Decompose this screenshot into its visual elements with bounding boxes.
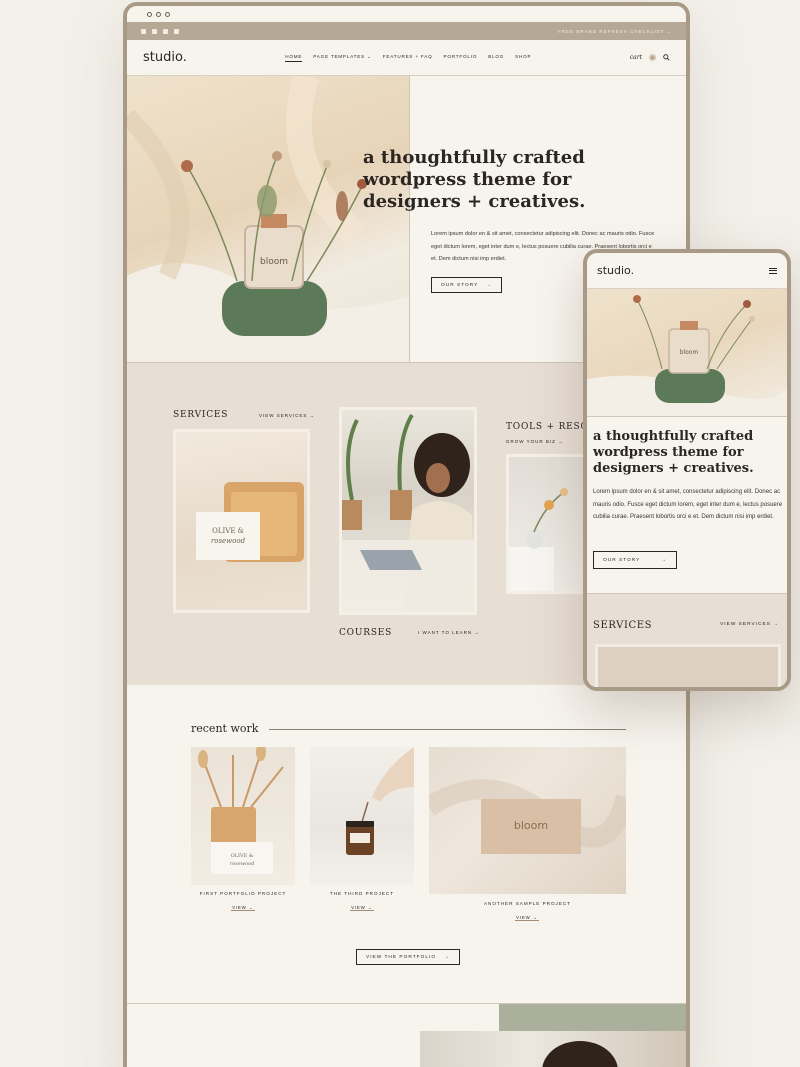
bloom-card-label: bloom (514, 819, 548, 832)
view-services-link[interactable]: VIEW SERVICES → (259, 413, 315, 418)
phone-hero-body: Lorem ipsum dolor en & sit amet, consect… (593, 489, 783, 520)
dried-flowers-illustration: OLIVE & rosewood (198, 747, 284, 874)
project-caption[interactable]: FIRST PORTFOLIO PROJECT (191, 891, 295, 896)
window-dot-icon[interactable] (147, 11, 152, 17)
nav-item-portfolio[interactable]: PORTFOLIO (444, 54, 478, 62)
phone-services-card[interactable] (595, 644, 781, 687)
grow-your-biz-link[interactable]: GROW YOUR BIZ → (506, 439, 564, 444)
nav-item-features-faq[interactable]: FEATURES + FAQ (383, 54, 433, 62)
window-dot-icon[interactable] (156, 11, 161, 17)
phone-our-story-label: OUR STORY (603, 557, 641, 563)
bloom-bottle-label: bloom (680, 349, 699, 356)
nav-actions: cart 0 (630, 54, 670, 61)
recent-work-title: recent work (191, 722, 259, 735)
portfolio-project-image[interactable]: OLIVE & rosewood (191, 747, 295, 885)
arrow-right-icon: → (444, 954, 450, 960)
phone-site-logo[interactable]: studio. (597, 264, 634, 277)
business-card-illustration: bloom (429, 779, 626, 854)
nav-item-page-templates[interactable]: PAGE TEMPLATES ⌄ (313, 54, 372, 62)
courses-title: COURSES (339, 628, 393, 638)
window-dot-icon[interactable] (165, 11, 170, 17)
about-photo (420, 1031, 686, 1067)
project-caption[interactable]: ANOTHER SAMPLE PROJECT (429, 901, 626, 906)
our-story-button[interactable]: OUR STORY → (431, 277, 502, 293)
i-want-to-learn-link[interactable]: I WANT TO LEARN → (418, 630, 480, 635)
project-view-link[interactable]: VIEW → (350, 905, 374, 911)
olive-rosewood-label: OLIVE & (231, 853, 254, 859)
bloom-bottle-label: bloom (260, 257, 288, 267)
facebook-icon[interactable] (141, 28, 146, 34)
arrow-right-icon: → (661, 557, 667, 563)
phone-services-title: SERVICES (593, 620, 653, 631)
hamburger-menu-icon[interactable] (769, 267, 777, 274)
project-view-link[interactable]: VIEW → (515, 915, 539, 921)
pinterest-icon[interactable] (174, 28, 179, 34)
phone-view-services-link[interactable]: VIEW SERVICES → (720, 622, 779, 627)
vase-illustration (509, 488, 568, 591)
perfume-bottle-illustration: bloom (587, 295, 787, 416)
hero-title: a thoughtfully crafted wordpress theme f… (363, 147, 586, 212)
project-caption[interactable]: THE THIRD PROJECT (310, 891, 414, 896)
youtube-icon[interactable] (163, 28, 168, 34)
phone-hero-image: bloom (587, 289, 787, 417)
olive-rosewood-label: OLIVE & (212, 527, 244, 535)
site-logo[interactable]: studio. (143, 50, 187, 65)
hero-image: bloom (127, 76, 410, 362)
phone-hero-title: a thoughtfully crafted wordpress theme f… (593, 429, 754, 476)
perfume-bottle-illustration: bloom (127, 76, 409, 362)
search-icon[interactable] (663, 54, 670, 61)
tools-card-image[interactable] (506, 454, 586, 594)
promo-link[interactable]: FREE BRAND REFRESH CHECKLIST → (558, 29, 672, 34)
candle-illustration: OLIVE & rosewood (196, 482, 304, 562)
arrow-right-icon: → (486, 282, 492, 288)
divider-line (269, 729, 626, 730)
phone-hero-text: a thoughtfully crafted wordpress theme f… (587, 417, 787, 594)
browser-chrome (127, 6, 686, 22)
portfolio-project-image[interactable] (310, 747, 414, 885)
cart-count-badge: 0 (649, 54, 656, 61)
main-navigation: studio. HOME PAGE TEMPLATES ⌄ FEATURES +… (127, 40, 686, 76)
olive-rosewood-script: rosewood (230, 861, 254, 867)
phone-navigation: studio. (587, 253, 787, 289)
sage-block (499, 1004, 686, 1031)
phone-our-story-button[interactable]: OUR STORY → (593, 551, 677, 569)
portfolio-project-image[interactable]: bloom (429, 747, 626, 894)
services-card-image[interactable]: OLIVE & rosewood (173, 429, 310, 613)
nav-item-shop[interactable]: SHOP (515, 54, 531, 62)
woman-portrait-illustration (542, 1041, 618, 1067)
nav-item-blog[interactable]: BLOG (488, 54, 504, 62)
about-preview-section (127, 1003, 686, 1067)
social-links (141, 28, 179, 34)
nav-item-home[interactable]: HOME (285, 54, 303, 62)
recent-work-section: recent work OLIVE & rosewood FIRST PORTF… (127, 685, 686, 1003)
nav-menu: HOME PAGE TEMPLATES ⌄ FEATURES + FAQ POR… (285, 54, 531, 62)
serum-jar-illustration (346, 747, 414, 855)
cart-link[interactable]: cart (630, 54, 642, 61)
phone-mockup: studio. bloom a thoughtfully crafted wor… (583, 249, 791, 691)
announcement-bar: FREE BRAND REFRESH CHECKLIST → (127, 22, 686, 40)
woman-laptop-illustration (342, 413, 474, 612)
services-title: SERVICES (173, 410, 229, 420)
project-view-link[interactable]: VIEW → (231, 905, 255, 911)
phone-services-section: SERVICES VIEW SERVICES → (587, 594, 787, 687)
courses-card-image[interactable] (339, 407, 477, 615)
instagram-icon[interactable] (152, 28, 157, 34)
view-portfolio-button[interactable]: VIEW THE PORTFOLIO → (356, 949, 460, 965)
our-story-label: OUR STORY (441, 282, 479, 288)
olive-rosewood-script: rosewood (211, 537, 246, 545)
view-portfolio-label: VIEW THE PORTFOLIO (366, 954, 437, 960)
